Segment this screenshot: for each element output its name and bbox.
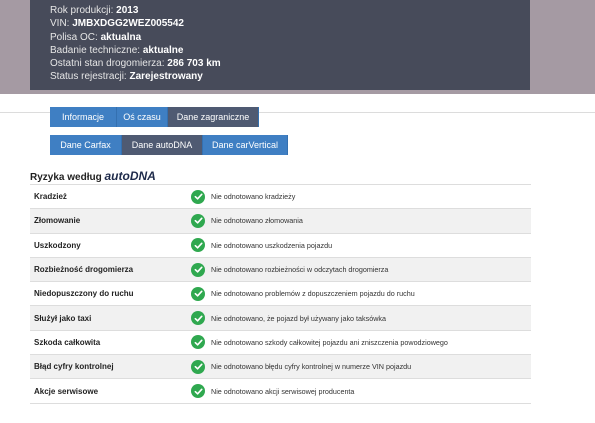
main-tabs: Informacje Oś czasu Dane zagraniczne xyxy=(50,107,259,127)
table-row: Kradzież Nie odnotowano kradzieży xyxy=(30,185,531,210)
risk-status-text: Nie odnotowano szkody całkowitej pojazdu… xyxy=(211,337,448,347)
year-value: 2013 xyxy=(116,5,139,16)
risk-name: Rozbieżność drogomierza xyxy=(34,265,134,275)
table-row: Rozbieżność drogomierza Nie odnotowano ro… xyxy=(30,257,531,283)
registration-label: Status rejestracji: xyxy=(50,71,127,83)
tab-informacje[interactable]: Informacje xyxy=(50,107,117,127)
risk-status-text: Nie odnotowano akcji serwisowej producen… xyxy=(211,386,355,396)
check-circle-icon xyxy=(191,189,205,204)
table-row: Szkoda całkowita Nie odnotowano szkody ca… xyxy=(30,331,531,356)
risk-status-text: Nie odnotowano złomowania xyxy=(211,216,303,226)
vin-label: VIN: xyxy=(50,18,70,30)
year-label: Rok produkcji: xyxy=(50,5,114,16)
risk-section-title: Ryzyka według autoDNA xyxy=(30,169,156,183)
inspection-line: Badanie techniczne: aktualne xyxy=(50,44,530,57)
oc-label: Polisa OC: xyxy=(50,31,98,43)
odometer-label: Ostatni stan drogomierza: xyxy=(50,58,165,70)
inspection-value: aktualne xyxy=(142,44,184,56)
risk-status-icon-cell xyxy=(185,238,211,253)
table-row: Złomowanie Nie odnotowano złomowania xyxy=(30,209,531,234)
vin-value: JMBXDGG2WEZ005542 xyxy=(72,18,184,30)
check-circle-icon xyxy=(191,262,205,277)
risk-status-icon-cell xyxy=(185,384,211,399)
vin-line: VIN: JMBXDGG2WEZ005542 xyxy=(50,17,530,30)
risk-name: Uszkodzony xyxy=(34,240,81,250)
risk-status-icon-cell xyxy=(185,262,211,277)
risk-status-icon-cell xyxy=(185,213,211,228)
table-row: Służył jako taxi Nie odnotowano, że pojaz… xyxy=(30,306,531,331)
risk-name: Kradzież xyxy=(34,192,67,202)
vehicle-info-card: Rok produkcji: 2013 VIN: JMBXDGG2WEZ0055… xyxy=(30,0,530,90)
tab-dane-carvertical[interactable]: Dane carVertical xyxy=(203,135,288,155)
table-row: Błąd cyfry kontrolnej Nie odnotowano błęd… xyxy=(30,355,531,380)
oc-value: aktualna xyxy=(100,31,142,43)
registration-line: Status rejestracji: Zarejestrowany xyxy=(50,70,530,83)
page: Rok produkcji: 2013 VIN: JMBXDGG2WEZ0055… xyxy=(0,0,595,423)
check-circle-icon xyxy=(191,384,205,399)
check-circle-icon xyxy=(191,311,205,326)
risk-title-text: Ryzyka według xyxy=(30,172,102,183)
inspection-label: Badanie techniczne: xyxy=(50,44,141,56)
tab-dane-carfax[interactable]: Dane Carfax xyxy=(50,135,122,155)
risk-status-text: Nie odnotowano uszkodzenia pojazdu xyxy=(211,240,333,250)
risk-status-icon-cell xyxy=(185,311,211,326)
risk-table: Kradzież Nie odnotowano kradzieży Złomowan… xyxy=(30,184,531,404)
tab-dane-zagraniczne[interactable]: Dane zagraniczne xyxy=(168,107,259,127)
odometer-line: Ostatni stan drogomierza: 286 703 km xyxy=(50,57,530,70)
table-row: Akcje serwisowe Nie odnotowano akcji serw… xyxy=(30,379,531,404)
risk-status-text: Nie odnotowano rozbieżności w odczytach … xyxy=(211,265,389,275)
risk-status-icon-cell xyxy=(185,335,211,350)
risk-name: Błąd cyfry kontrolnej xyxy=(34,362,114,372)
risk-status-icon-cell xyxy=(185,286,211,301)
risk-status-text: Nie odnotowano kradzieży xyxy=(211,192,296,202)
registration-value: Zarejestrowany xyxy=(129,71,203,83)
year-line: Rok produkcji: 2013 xyxy=(50,4,530,17)
tab-dane-autodna[interactable]: Dane autoDNA xyxy=(122,135,203,155)
risk-status-icon-cell xyxy=(185,359,211,374)
risk-name: Akcje serwisowe xyxy=(34,386,99,396)
check-circle-icon xyxy=(191,335,205,350)
risk-status-text: Nie odnotowano, że pojazd był używany ja… xyxy=(211,313,386,323)
check-circle-icon xyxy=(191,213,205,228)
risk-status-text: Nie odnotowano błędu cyfry kontrolnej w … xyxy=(211,362,412,372)
check-circle-icon xyxy=(191,359,205,374)
tab-os-czasu[interactable]: Oś czasu xyxy=(117,107,168,127)
risk-name: Niedopuszczony do ruchu xyxy=(34,289,134,299)
risk-name: Szkoda całkowita xyxy=(34,337,101,347)
table-row: Niedopuszczony do ruchu Nie odnotowano pr… xyxy=(30,282,531,307)
sub-tabs: Dane Carfax Dane autoDNA Dane carVertica… xyxy=(50,135,288,155)
oc-line: Polisa OC: aktualna xyxy=(50,31,530,44)
odometer-value: 286 703 km xyxy=(167,58,221,70)
risk-status-icon-cell xyxy=(185,189,211,204)
check-circle-icon xyxy=(191,286,205,301)
table-row: Uszkodzony Nie odnotowano uszkodzenia poj… xyxy=(30,234,531,258)
autodna-logo: autoDNA xyxy=(104,169,156,183)
risk-name: Służył jako taxi xyxy=(34,313,92,323)
check-circle-icon xyxy=(191,238,205,253)
risk-name: Złomowanie xyxy=(34,216,81,226)
risk-status-text: Nie odnotowano problemów z dopuszczeniem… xyxy=(211,289,415,299)
